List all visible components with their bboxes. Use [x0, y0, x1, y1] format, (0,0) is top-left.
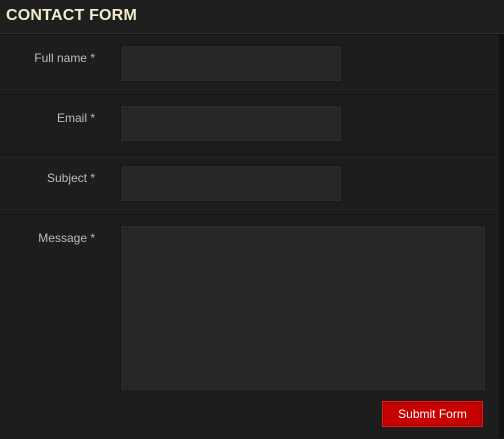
- full-name-label: Full name *: [34, 51, 95, 65]
- message-textarea[interactable]: [120, 225, 486, 391]
- subject-row: Subject *: [0, 154, 499, 215]
- form-title: CONTACT FORM: [6, 7, 137, 24]
- form-right-border: [499, 34, 504, 438]
- form-header: CONTACT FORM: [0, 0, 504, 34]
- subject-label: Subject *: [46, 171, 95, 185]
- email-label: Email *: [56, 111, 95, 125]
- full-name-input[interactable]: [120, 45, 342, 82]
- message-label: Message *: [38, 231, 95, 245]
- full-name-row: Full name *: [0, 34, 499, 95]
- subject-input[interactable]: [120, 165, 342, 202]
- submit-form-button[interactable]: Submit Form: [382, 401, 483, 427]
- email-input[interactable]: [120, 105, 342, 142]
- email-row: Email *: [0, 94, 499, 155]
